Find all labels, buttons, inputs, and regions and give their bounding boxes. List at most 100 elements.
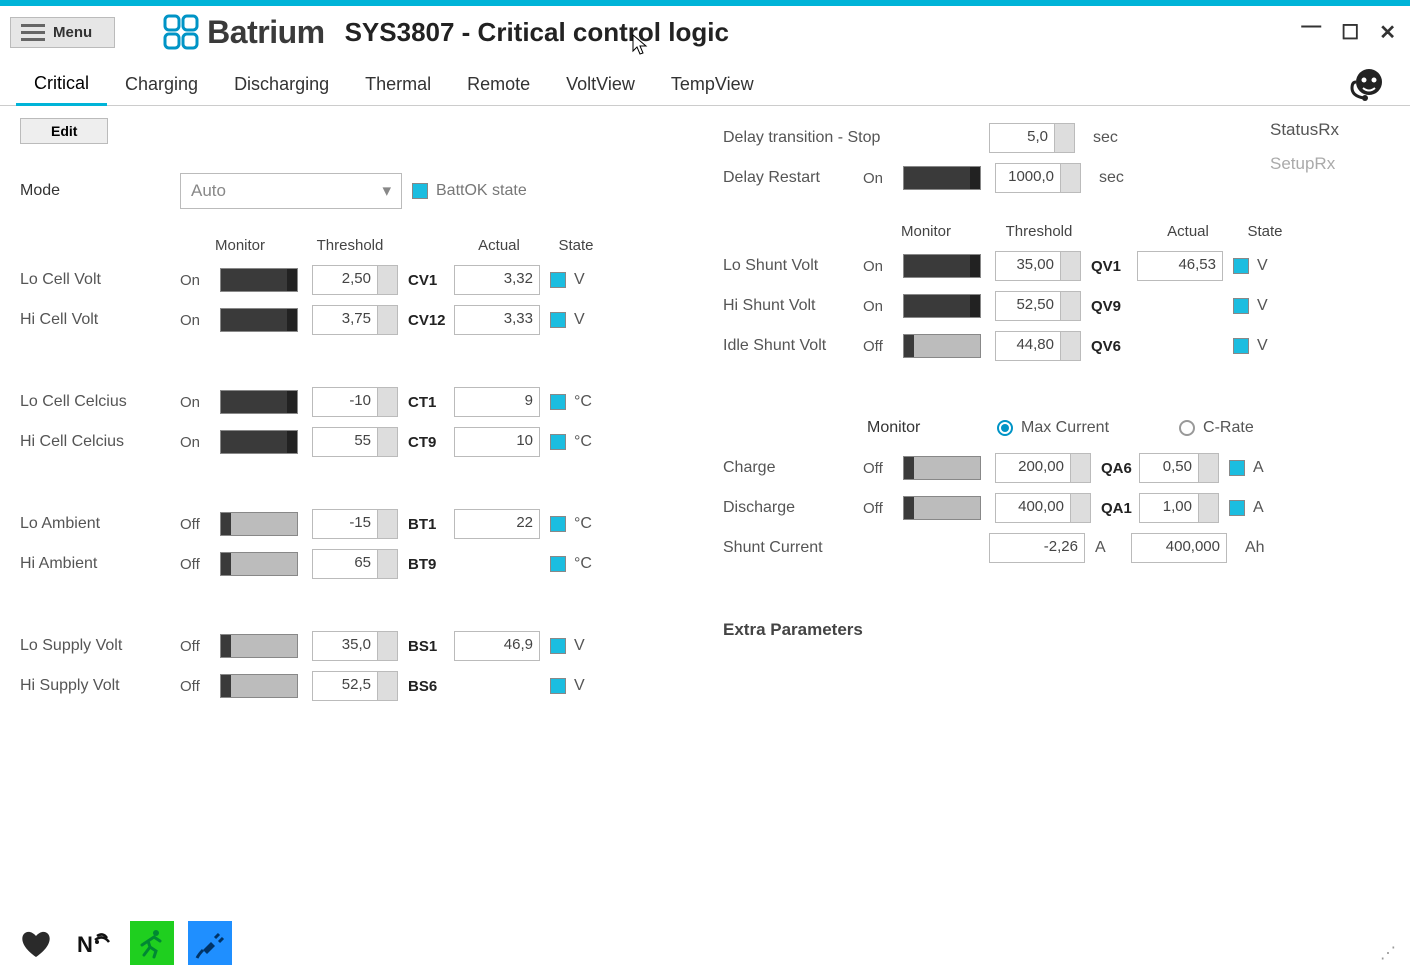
- param-code: CT1: [398, 394, 454, 411]
- monitor-toggle[interactable]: [220, 674, 298, 698]
- plug-icon[interactable]: [188, 921, 232, 965]
- param-code: QV1: [1081, 258, 1137, 275]
- monitor-toggle[interactable]: [903, 334, 981, 358]
- monitor-state: Off: [863, 338, 903, 355]
- unit-label: V: [1257, 297, 1291, 315]
- delay-restart-toggle[interactable]: [903, 166, 981, 190]
- tab-charging[interactable]: Charging: [107, 64, 216, 105]
- tab-thermal[interactable]: Thermal: [347, 64, 449, 105]
- tab-tempview[interactable]: TempView: [653, 64, 772, 105]
- delay-restart-label: Delay Restart: [723, 169, 863, 187]
- param-row: Lo Ambient Off -15 BT1 22 °C: [20, 504, 687, 544]
- threshold-input[interactable]: -15: [312, 509, 398, 539]
- param-label: Discharge: [723, 499, 863, 517]
- edit-button[interactable]: Edit: [20, 118, 108, 144]
- param-row: Charge Off 200,00 QA6 0,50 A: [723, 448, 1390, 488]
- monitor-state: Off: [180, 638, 220, 655]
- statusbar: N: [14, 921, 232, 965]
- monitor-toggle[interactable]: [220, 512, 298, 536]
- radio-max-current[interactable]: Max Current: [997, 419, 1109, 437]
- monitor-state: On: [863, 258, 903, 275]
- threshold-input[interactable]: 55: [312, 427, 398, 457]
- threshold-input[interactable]: 44,80: [995, 331, 1081, 361]
- rate-input[interactable]: 1,00: [1139, 493, 1219, 523]
- monitor-state: On: [180, 394, 220, 411]
- threshold-input[interactable]: -10: [312, 387, 398, 417]
- tab-critical[interactable]: Critical: [16, 65, 107, 106]
- extra-parameters-heading: Extra Parameters: [723, 620, 1390, 640]
- resize-grip-icon[interactable]: ⋰: [1380, 943, 1396, 963]
- window-maximize-icon[interactable]: ☐: [1341, 20, 1359, 45]
- battok-indicator: [412, 183, 428, 199]
- unit-label: A: [1253, 499, 1287, 517]
- monitor-toggle[interactable]: [903, 496, 981, 520]
- left-column: Edit Mode Auto ▾ BattOK state Monitor Th…: [20, 118, 687, 706]
- unit-label: V: [574, 637, 608, 655]
- monitor-state: On: [180, 272, 220, 289]
- network-icon[interactable]: N: [72, 921, 116, 965]
- tab-remote[interactable]: Remote: [449, 64, 548, 105]
- monitor-toggle[interactable]: [220, 552, 298, 576]
- brand-name: Batrium: [207, 14, 324, 51]
- menu-button[interactable]: Menu: [10, 17, 115, 48]
- window-close-icon[interactable]: ✕: [1379, 20, 1396, 45]
- shunt-capacity-value[interactable]: 400,000: [1131, 533, 1227, 563]
- monitor-toggle[interactable]: [903, 456, 981, 480]
- param-label: Lo Cell Volt: [20, 271, 180, 289]
- param-label: Idle Shunt Volt: [723, 337, 863, 355]
- state-indicator: [550, 516, 566, 532]
- unit-label: V: [1257, 337, 1291, 355]
- threshold-input[interactable]: 52,50: [995, 291, 1081, 321]
- actual-value: 46,9: [454, 631, 540, 661]
- shunt-current-value[interactable]: -2,26: [989, 533, 1085, 563]
- mode-select[interactable]: Auto ▾: [180, 173, 402, 209]
- mode-label: Mode: [20, 182, 180, 200]
- param-row: Idle Shunt Volt Off 44,80 QV6 V: [723, 326, 1390, 366]
- monitor-toggle[interactable]: [220, 634, 298, 658]
- right-column: Delay transition - Stop 5,0 sec Delay Re…: [723, 118, 1390, 706]
- threshold-input[interactable]: 2,50: [312, 265, 398, 295]
- state-indicator: [550, 272, 566, 288]
- shunt-capacity-unit: Ah: [1227, 539, 1277, 557]
- threshold-input[interactable]: 200,00: [995, 453, 1091, 483]
- param-label: Lo Shunt Volt: [723, 257, 863, 275]
- threshold-input[interactable]: 35,00: [995, 251, 1081, 281]
- threshold-input[interactable]: 3,75: [312, 305, 398, 335]
- state-indicator: [1229, 500, 1245, 516]
- state-indicator: [1229, 460, 1245, 476]
- monitor-toggle[interactable]: [220, 308, 298, 332]
- monitor-toggle[interactable]: [220, 390, 298, 414]
- hdr-monitor-r: Monitor: [863, 223, 989, 240]
- unit-label: V: [574, 271, 608, 289]
- threshold-input[interactable]: 400,00: [995, 493, 1091, 523]
- radio-c-rate[interactable]: C-Rate: [1179, 419, 1254, 437]
- delay-stop-input[interactable]: 5,0: [989, 123, 1075, 153]
- monitor-toggle[interactable]: [903, 294, 981, 318]
- heart-icon[interactable]: [14, 921, 58, 965]
- status-rx: StatusRx: [1270, 120, 1390, 140]
- param-row: Lo Cell Volt On 2,50 CV1 3,32 V: [20, 260, 687, 300]
- threshold-input[interactable]: 35,0: [312, 631, 398, 661]
- delay-restart-mon: On: [863, 170, 903, 187]
- threshold-input[interactable]: 52,5: [312, 671, 398, 701]
- param-code: CV1: [398, 272, 454, 289]
- threshold-input[interactable]: 65: [312, 549, 398, 579]
- monitor-toggle[interactable]: [220, 268, 298, 292]
- support-icon[interactable]: [1350, 66, 1388, 104]
- tab-voltview[interactable]: VoltView: [548, 64, 653, 105]
- tab-discharging[interactable]: Discharging: [216, 64, 347, 105]
- hdr-threshold: Threshold: [300, 237, 400, 254]
- delay-restart-input[interactable]: 1000,0: [995, 163, 1081, 193]
- monitor-toggle[interactable]: [903, 254, 981, 278]
- param-row: Hi Ambient Off 65 BT9 °C: [20, 544, 687, 584]
- state-indicator: [550, 638, 566, 654]
- monitor-state: Off: [180, 678, 220, 695]
- window-minimize-icon[interactable]: —: [1301, 15, 1321, 38]
- param-label: Hi Ambient: [20, 555, 180, 573]
- rate-input[interactable]: 0,50: [1139, 453, 1219, 483]
- running-icon[interactable]: [130, 921, 174, 965]
- monitor-state: On: [180, 312, 220, 329]
- unit-label: V: [574, 677, 608, 695]
- hamburger-icon: [21, 24, 45, 41]
- monitor-toggle[interactable]: [220, 430, 298, 454]
